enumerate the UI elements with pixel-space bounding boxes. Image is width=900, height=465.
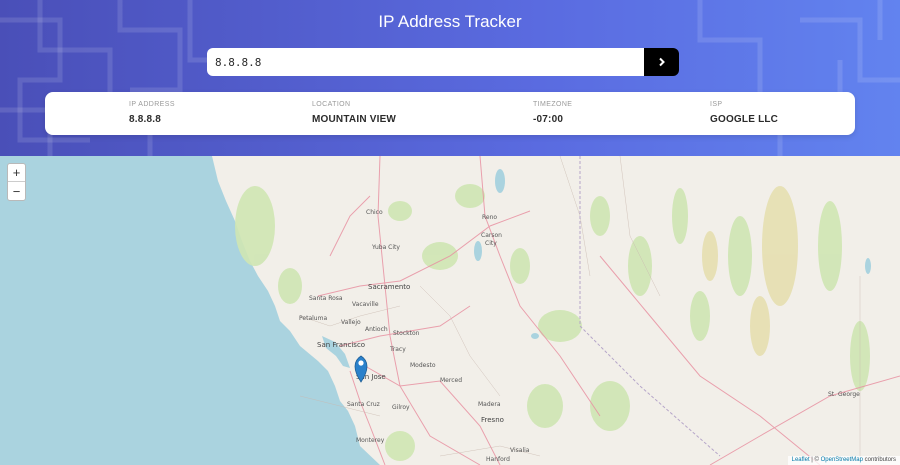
location-value: MOUNTAIN VIEW — [312, 114, 397, 125]
timezone-label: TIMEZONE — [533, 101, 573, 108]
city-label: Visalia — [510, 447, 530, 454]
ip-address-value: 8.8.8.8 — [129, 114, 161, 125]
city-label: Vallejo — [341, 319, 361, 326]
city-label: City — [485, 240, 497, 247]
chevron-right-icon — [658, 57, 665, 67]
city-label: Madera — [478, 401, 501, 408]
city-label: Hanford — [486, 456, 510, 463]
attribution-separator: | © — [809, 457, 821, 463]
city-label: Stockton — [393, 330, 420, 337]
city-label: Tracy — [389, 346, 406, 353]
city-label: Gilroy — [392, 404, 410, 411]
location-label: LOCATION — [312, 101, 351, 108]
city-label: Chico — [366, 209, 383, 216]
osm-link[interactable]: OpenStreetMap — [821, 457, 863, 463]
city-label: St. George — [828, 391, 860, 398]
isp-section: ISP GOOGLE LLC — [710, 101, 778, 125]
isp-label: ISP — [710, 101, 723, 108]
zoom-control: + − — [7, 163, 26, 201]
search-submit-button[interactable] — [644, 48, 679, 76]
city-label: Carson — [481, 232, 502, 239]
page-title: IP Address Tracker — [378, 12, 522, 31]
city-label: Petaluma — [299, 315, 327, 322]
attribution-contributors: contributors — [862, 457, 896, 463]
timezone-value: -07:00 — [533, 114, 564, 125]
timezone-section: TIMEZONE -07:00 — [533, 101, 572, 125]
leaflet-link[interactable]: Leaflet — [792, 457, 810, 463]
city-label: Santa Rosa — [309, 295, 343, 302]
city-label: Monterey — [356, 437, 385, 444]
city-label: Reno — [482, 214, 497, 221]
zoom-out-button[interactable]: − — [8, 182, 25, 200]
city-label: Sacramento — [368, 283, 410, 291]
location-section: LOCATION MOUNTAIN VIEW — [312, 101, 396, 125]
city-label: Merced — [440, 377, 462, 384]
ip-info-card: IP ADDRESS 8.8.8.8 LOCATION MOUNTAIN VIE… — [45, 92, 855, 135]
ip-search-input[interactable] — [207, 48, 644, 76]
map-attribution: Leaflet | © OpenStreetMap contributors — [787, 456, 900, 465]
city-label: Yuba City — [371, 244, 400, 251]
city-label: Antioch — [365, 326, 388, 333]
search-bar — [207, 48, 679, 76]
city-label: Santa Cruz — [347, 401, 380, 408]
ip-address-label: IP ADDRESS — [129, 101, 175, 108]
city-label: Vacaville — [352, 301, 379, 308]
map-view[interactable]: Chico Reno Carson City Yuba City Sacrame… — [0, 156, 900, 465]
zoom-in-button[interactable]: + — [8, 164, 25, 182]
city-label: Fresno — [481, 416, 504, 424]
city-label: San Francisco — [317, 341, 365, 349]
isp-value: GOOGLE LLC — [710, 114, 779, 125]
city-label: Modesto — [410, 362, 436, 369]
map-tiles: Chico Reno Carson City Yuba City Sacrame… — [0, 156, 900, 465]
ip-address-section: IP ADDRESS 8.8.8.8 — [129, 101, 175, 125]
